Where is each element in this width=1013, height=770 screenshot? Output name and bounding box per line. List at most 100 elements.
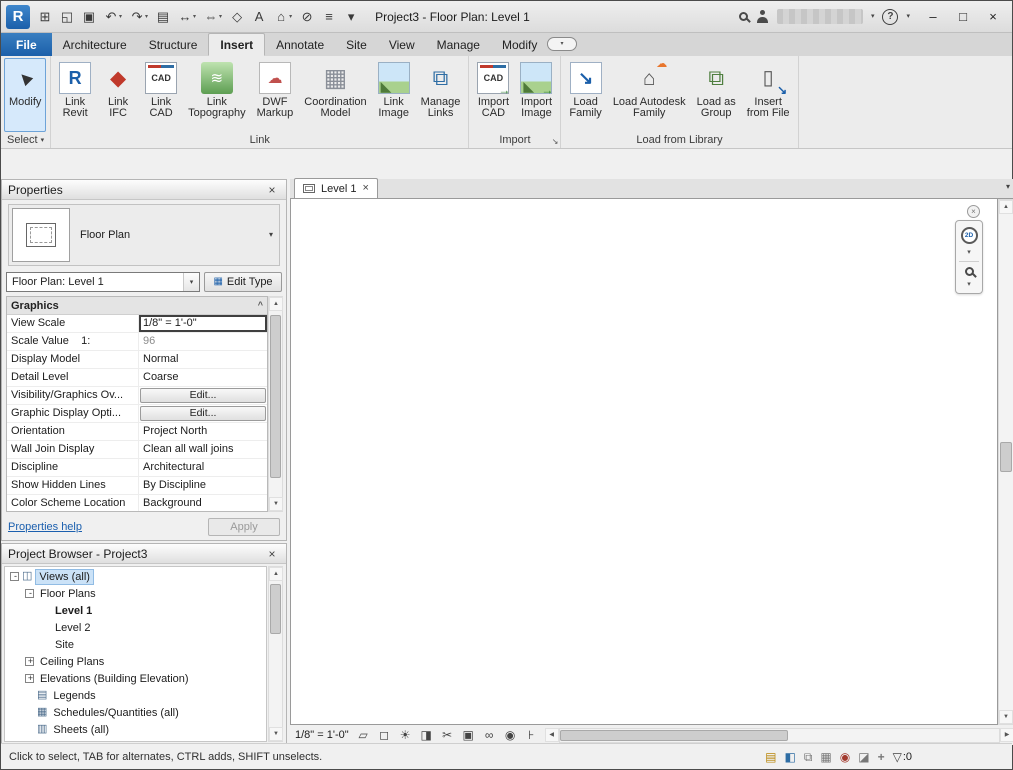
press-drag-toggle-icon[interactable]: + [878,751,885,763]
properties-close-icon[interactable]: × [264,182,280,198]
tab-insert[interactable]: Insert [208,33,266,56]
tab-annotate[interactable]: Annotate [265,33,335,56]
manage-links-button[interactable]: ⧉ Manage Links [416,58,466,132]
coordination-model-button[interactable]: ▦ Coordination Model [299,58,371,132]
account-dropdown-icon[interactable]: ▾ [871,13,875,20]
tab-file[interactable]: File [1,33,52,56]
tree-expander-icon[interactable] [25,589,35,598]
type-selector-dropdown-icon[interactable]: ▾ [269,231,273,239]
undo-button[interactable]: ↶ ▾ [101,8,125,25]
open-button[interactable]: ◱ ▾ [57,8,77,25]
browser-scrollbar[interactable]: ▲ ▼ [268,566,283,742]
modify-button[interactable]: ▲ Modify [4,58,47,132]
apply-button[interactable]: Apply [208,518,280,536]
selection-filter[interactable]: ▽ :0 [893,751,912,763]
maximize-button[interactable]: □ [948,4,978,30]
panel-label-select[interactable]: Select ▾ [1,132,50,148]
tree-item[interactable]: Level 2 [5,619,266,636]
viewtab-close-icon[interactable]: × [362,183,368,194]
panel-launcher-icon[interactable]: ↘ [552,138,559,146]
temporary-hide-isolate-icon[interactable]: ∞ [482,729,497,741]
property-value[interactable]: Architectural [139,459,267,476]
scroll-right-icon[interactable]: ▶ [1000,727,1013,742]
property-value[interactable]: By Discipline [139,477,267,494]
worksets-icon[interactable]: ▤ [765,751,776,763]
scroll-down-icon[interactable]: ▼ [269,497,283,511]
property-value[interactable]: Edit... [139,387,267,404]
load-autodesk-family-button[interactable]: ⌂ Load AutodeskFamily [608,58,691,132]
scrollbar-thumb[interactable] [270,314,281,479]
import-cad-button[interactable]: CAD ImportCAD [472,58,514,132]
property-value[interactable]: Normal [139,351,267,368]
view-tab-level-1[interactable]: Level 1 × [294,178,378,198]
tab-view[interactable]: View [378,33,426,56]
type-selector[interactable]: Floor Plan ▾ [8,204,280,266]
scroll-left-icon[interactable]: ◀ [544,727,559,742]
graphics-section-header[interactable]: Graphics ^ [7,297,267,315]
help-dropdown-icon[interactable]: ▾ [906,13,910,20]
load-as-group-button[interactable]: ⧉ Load as Group [692,58,741,132]
revit-app-button[interactable]: R ▾ [3,3,33,31]
tag-by-category-button[interactable]: ◇ ▾ [227,8,247,25]
search-icon[interactable] [738,12,748,21]
scroll-up-icon[interactable]: ▲ [269,297,283,311]
default-3d-view-button[interactable]: ⌂ ▾ [271,8,295,25]
view-scale-button[interactable]: 1/8" = 1'-0" [295,729,349,741]
detail-level-icon[interactable]: ▱ [356,729,371,741]
select-underlay-toggle-icon[interactable]: ▦ [820,751,831,763]
link-cad-button[interactable]: CAD Link CAD [140,58,182,132]
wheel-dropdown-icon[interactable]: ▾ [967,249,971,256]
scroll-down-icon[interactable]: ▼ [269,727,283,741]
instance-dropdown-icon[interactable]: ▾ [183,273,199,291]
tree-item[interactable]: ▦ Schedules/Quantities (all) [5,704,266,721]
scroll-down-icon[interactable]: ▼ [999,710,1013,724]
file-button[interactable]: ⊞ ▾ [35,8,55,25]
import-image-button[interactable]: ◣ ImportImage [515,58,557,132]
sign-in-icon[interactable] [756,10,769,23]
tree-item[interactable]: ▤ Legends [5,687,266,704]
tree-item[interactable]: ▥ Sheets (all) [5,721,266,738]
canvas-vertical-scrollbar[interactable]: ▲ ▼ [998,199,1013,725]
select-pinned-toggle-icon[interactable]: ◉ [840,751,850,763]
help-icon[interactable]: ? [882,8,899,25]
print-button[interactable]: ▤ ▾ [153,8,173,25]
tree-item[interactable]: Level 1 [5,602,266,619]
scrollbar-thumb[interactable] [559,729,789,741]
zoom-dropdown-icon[interactable]: ▾ [967,281,971,288]
tree-item[interactable]: Ceiling Plans [5,653,266,670]
scrollbar-track[interactable] [999,214,1013,710]
property-value[interactable]: Clean all wall joins [139,441,267,458]
aligned-dimension-button[interactable]: ⇔ ▾ [201,8,225,25]
scrollbar-thumb[interactable] [1000,442,1012,472]
drawing-canvas[interactable]: × 2D ▾ ▾ [290,199,998,725]
scroll-up-icon[interactable]: ▲ [269,567,283,581]
edit-type-button[interactable]: ▦ Edit Type [204,272,282,292]
design-options-icon[interactable]: ◧ [784,751,795,763]
section-button[interactable]: ⊘ ▾ [297,8,317,25]
property-value[interactable]: 96 [139,333,267,350]
crop-view-icon[interactable]: ✂ [440,729,455,741]
tree-item[interactable]: Elevations (Building Elevation) [5,670,266,687]
user-account-name[interactable] [776,9,863,24]
text-button[interactable]: A ▾ [249,8,269,25]
save-button[interactable]: ▣ ▾ [79,8,99,25]
nav-close-icon[interactable]: × [967,205,980,218]
tab-manage[interactable]: Manage [426,33,491,56]
property-value[interactable]: 1/8" = 1'-0" [139,315,267,332]
thin-lines-button[interactable]: ≡ ▾ [319,8,339,25]
scrollbar-track[interactable] [269,581,282,727]
view-tab-list-icon[interactable]: ▾ [1006,183,1010,191]
scrollbar-track[interactable] [558,727,1000,743]
minimize-button[interactable]: – [918,4,948,30]
reveal-constraints-icon[interactable]: ⊦ [524,729,539,741]
select-links-toggle-icon[interactable]: ⧉ [804,751,813,763]
load-family-button[interactable]: ↘ Load Family [564,58,606,132]
property-value[interactable]: Background [139,495,267,511]
property-value[interactable]: Coarse [139,369,267,386]
browser-close-icon[interactable]: × [264,546,280,562]
ribbon-display-toggle[interactable]: ▾ [547,37,577,51]
link-revit-button[interactable]: R Link Revit [54,58,96,132]
zoom-icon[interactable] [964,267,974,276]
tab-site[interactable]: Site [335,33,378,56]
scroll-up-icon[interactable]: ▲ [999,200,1013,214]
